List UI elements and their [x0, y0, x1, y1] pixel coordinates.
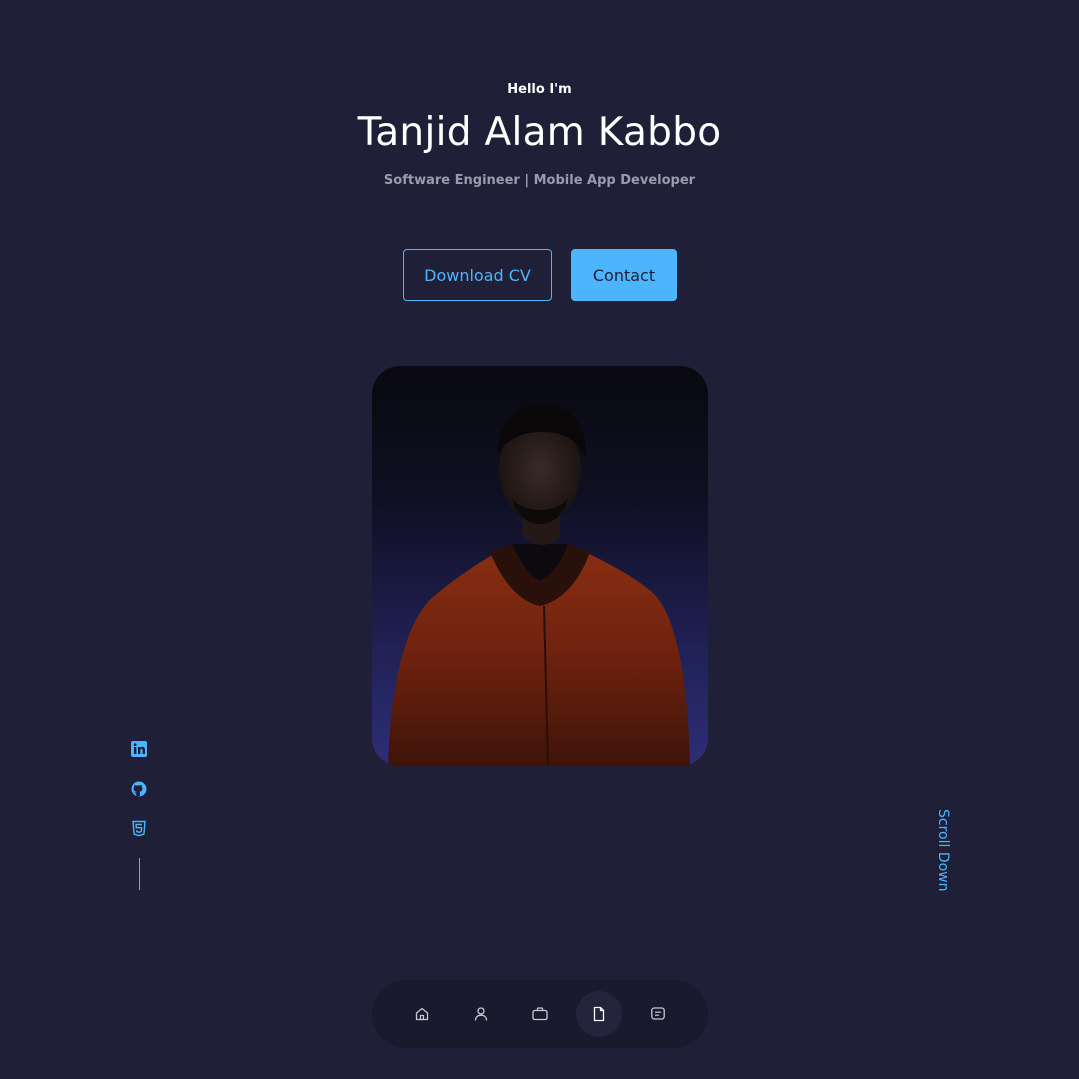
linkedin-icon [131, 741, 147, 757]
greeting-text: Hello I'm [507, 82, 572, 97]
nav-about[interactable] [458, 991, 504, 1037]
bottom-nav [372, 980, 708, 1048]
home-icon [415, 1007, 429, 1021]
social-divider-line [139, 858, 140, 890]
portrait-illustration [388, 404, 690, 766]
html5-link[interactable] [130, 820, 150, 840]
nav-home[interactable] [399, 991, 445, 1037]
page-title: Tanjid Alam Kabbo [357, 110, 722, 155]
contact-button[interactable]: Contact [571, 249, 677, 301]
briefcase-icon [532, 1007, 548, 1021]
github-icon [131, 781, 147, 797]
linkedin-link[interactable] [130, 740, 150, 760]
download-cv-button[interactable]: Download CV [403, 249, 552, 301]
github-link[interactable] [130, 780, 150, 800]
nav-experience[interactable] [517, 991, 563, 1037]
role-subtitle: Software Engineer | Mobile App Developer [383, 173, 696, 188]
message-icon [651, 1007, 665, 1020]
social-links [130, 740, 150, 860]
scroll-down-link[interactable]: Scroll Down [935, 809, 951, 892]
profile-photo [372, 366, 708, 766]
html5-icon [132, 820, 146, 837]
portfolio-page: Hello I'm Tanjid Alam Kabbo Software Eng… [0, 0, 1079, 1079]
user-icon [474, 1007, 488, 1021]
nav-contact[interactable] [635, 991, 681, 1037]
file-icon [593, 1006, 605, 1022]
nav-resume[interactable] [576, 991, 622, 1037]
